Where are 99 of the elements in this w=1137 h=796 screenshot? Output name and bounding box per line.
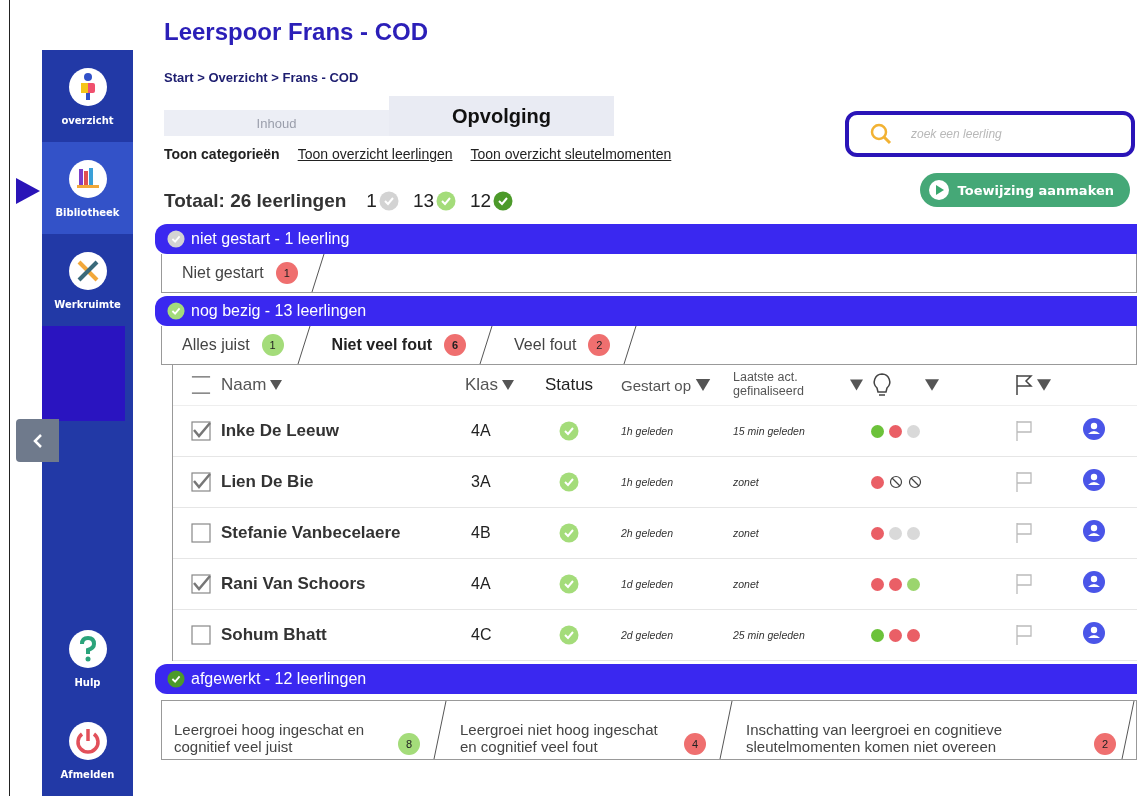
last-activity-cell-text: 25 min geleden <box>732 629 806 641</box>
last-activity-cell-text: zonet <box>732 527 760 539</box>
class-cell-text: 4A <box>470 575 492 593</box>
column-header[interactable]: Gestart op <box>621 376 692 394</box>
view-link[interactable]: Toon overzicht leerlingen <box>297 146 453 162</box>
user-icon[interactable] <box>1083 418 1105 440</box>
last-activity-cell-text: zonet <box>732 578 760 590</box>
count-badge: 2 <box>588 334 611 356</box>
started-cell-text: 1h geleden <box>620 425 674 437</box>
column-header: Status <box>544 375 594 395</box>
started-cell-text: 2d geleden <box>620 629 674 641</box>
tab-separator <box>718 701 734 759</box>
collapse-button[interactable] <box>16 419 59 462</box>
started-cell-text: 1d geleden <box>620 578 674 590</box>
subtab[interactable]: Leergroei niet hoog ingeschat en cognitief veel fout 4 <box>448 701 718 759</box>
flag-icon <box>1015 374 1033 396</box>
category-bar[interactable]: niet gestart - 1 leerling <box>155 224 1137 254</box>
books-icon <box>67 158 108 199</box>
search-field[interactable]: zoek een leerling <box>845 111 1135 157</box>
category-title: afgewerkt - 12 leerlingen <box>191 670 367 688</box>
tab-separator <box>622 326 639 364</box>
blocked-icon <box>908 475 922 489</box>
count-badge: 1 <box>275 262 298 284</box>
sidebar-item[interactable]: Afmelden <box>42 704 133 796</box>
column-header[interactable]: Klas <box>465 375 499 395</box>
total-count: Totaal: 26 leerlingen <box>164 190 347 212</box>
sort-caret-icon[interactable] <box>270 380 283 390</box>
subtab[interactable]: Inschatting van leergroei en cognitieve sleutelmomenten komen niet overeen 2 <box>734 701 1120 759</box>
checkbox[interactable] <box>191 625 211 645</box>
reader-icon <box>67 66 108 107</box>
tab[interactable]: Opvolging <box>389 96 614 136</box>
sort-caret-icon[interactable] <box>695 379 712 391</box>
sidebar-item[interactable]: Bibliotheek <box>42 142 133 234</box>
sidebar-item[interactable]: Hulp <box>42 612 133 704</box>
student-name[interactable]: Lien De Bie <box>211 472 465 492</box>
chevron-left-icon <box>31 432 44 449</box>
tools-icon <box>67 250 108 291</box>
class-cell-text: 4B <box>470 524 492 542</box>
blocked-icon <box>889 475 903 489</box>
last-activity-cell-text: 15 min geleden <box>732 425 806 437</box>
sort-caret-icon[interactable] <box>1037 379 1051 391</box>
count-badge: 4 <box>684 733 706 755</box>
user-icon[interactable] <box>1083 622 1105 644</box>
student-name[interactable]: Sohum Bhatt <box>211 625 465 645</box>
started-cell-text: 2h geleden <box>620 527 674 539</box>
play-icon <box>927 179 950 201</box>
subtab[interactable]: Niet gestart 1 <box>162 254 310 292</box>
category-title: nog bezig - 13 leerlingen <box>191 302 367 320</box>
category-bar[interactable]: afgewerkt - 12 leerlingen <box>155 664 1137 694</box>
column-header[interactable]: Laatste act. gefinaliseerd <box>733 371 846 399</box>
view-link[interactable]: Toon overzicht sleutelmomenten <box>470 146 672 162</box>
tab-separator <box>478 326 495 364</box>
selection-arrow-icon <box>16 178 40 204</box>
lightbulb-icon <box>871 372 893 398</box>
tab-separator <box>432 701 448 759</box>
count-badge: 6 <box>444 334 467 356</box>
sort-caret-icon[interactable] <box>850 379 863 391</box>
last-activity-cell-text: zonet <box>732 476 760 488</box>
power-icon <box>67 720 108 761</box>
category-bar[interactable]: nog bezig - 13 leerlingen <box>155 296 1137 326</box>
tab-separator <box>295 326 312 364</box>
sort-caret-icon[interactable] <box>502 380 515 390</box>
checkbox[interactable] <box>191 523 211 543</box>
page-title: Leerspoor Frans - COD <box>164 18 430 47</box>
status-count: 12 <box>470 190 492 212</box>
class-cell-text: 4A <box>470 422 492 440</box>
view-link[interactable]: Toon categorieën <box>164 146 280 162</box>
sidebar-item[interactable]: Werkruimte <box>42 234 133 326</box>
class-cell-text: 3A <box>470 473 492 491</box>
checkbox[interactable] <box>191 472 211 492</box>
started-cell-text: 1h geleden <box>620 476 674 488</box>
sort-caret-icon[interactable] <box>925 379 939 391</box>
user-icon[interactable] <box>1083 469 1105 491</box>
subtab[interactable]: Niet veel fout 6 <box>311 326 479 364</box>
user-icon[interactable] <box>1083 571 1105 593</box>
count-badge: 8 <box>398 733 420 755</box>
class-cell-text: 4C <box>470 626 493 644</box>
search-icon <box>869 122 893 146</box>
student-name[interactable]: Rani Van Schoors <box>211 574 465 594</box>
column-header[interactable]: Naam <box>221 375 267 395</box>
student-name[interactable]: Inke De Leeuw <box>211 421 465 441</box>
select-all-icon[interactable] <box>191 374 211 396</box>
sidebar-item[interactable]: overzicht <box>42 50 133 142</box>
user-icon[interactable] <box>1083 520 1105 542</box>
checkbox[interactable] <box>191 421 211 441</box>
subtab[interactable]: Veel fout 2 <box>494 326 623 364</box>
tab-separator <box>1120 701 1136 759</box>
breadcrumb[interactable]: Start > Overzicht > Frans - COD <box>164 70 1137 85</box>
subtab[interactable]: Alles juist 1 <box>162 326 296 364</box>
status-count: 1 <box>366 190 377 212</box>
checkbox[interactable] <box>191 574 211 594</box>
student-name[interactable]: Stefanie Vanbecelaere <box>211 523 465 543</box>
count-badge: 1 <box>261 334 284 356</box>
tab-separator <box>309 254 326 292</box>
category-title: niet gestart - 1 leerling <box>191 230 350 248</box>
status-count: 13 <box>412 190 435 212</box>
count-badge: 2 <box>1094 733 1116 755</box>
help-icon <box>67 628 108 669</box>
subtab[interactable]: Leergroei hoog ingeschat en cognitief veel juist 8 <box>162 701 432 759</box>
